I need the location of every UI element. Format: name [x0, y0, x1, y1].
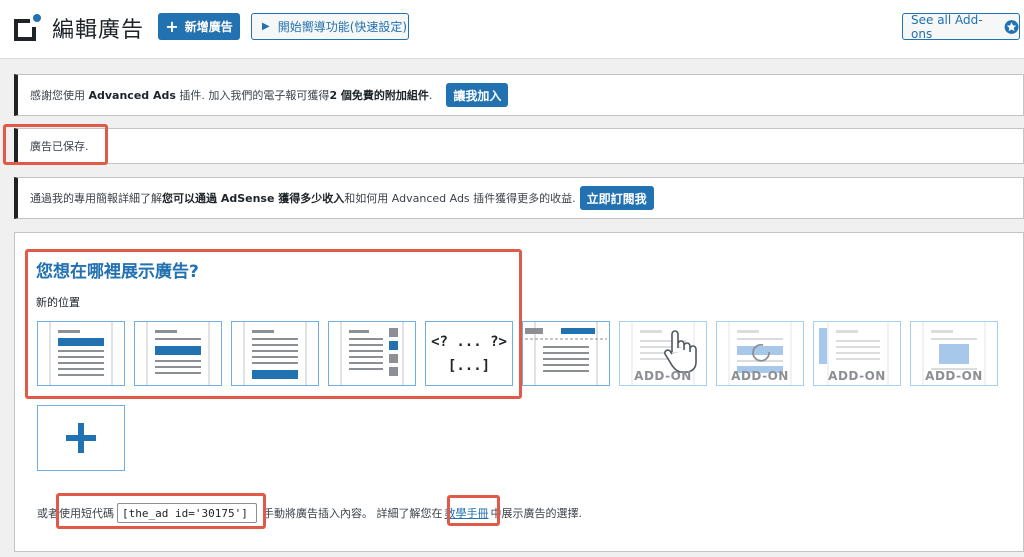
content-after-layout-icon: [243, 322, 307, 385]
shortcode-text-before: 或者使用短代碼: [37, 507, 114, 520]
placement-tile-content-before[interactable]: [134, 321, 222, 386]
new-ad-label: 新增廣告: [184, 20, 233, 34]
shortcode-input[interactable]: [117, 503, 257, 523]
page-title: 編輯廣告: [52, 18, 145, 43]
newsletter-notice: 感謝您使用 Advanced Ads 插件. 加入我們的電子報可獲得2 個免費的…: [14, 74, 1024, 116]
add-placement-button[interactable]: [37, 405, 125, 471]
wizard-label: 開始嚮導功能(快速設定): [277, 20, 408, 34]
play-icon: ▶: [262, 21, 270, 32]
placement-tile-addon-layer[interactable]: ADD-ON: [910, 321, 998, 386]
sidebar-layout-icon: [340, 322, 404, 385]
plus-icon: [66, 423, 96, 453]
adsense-text: 通過我的專用簡報詳細了解您可以通過 AdSense 獲得多少收入和如何用 Adv…: [30, 192, 576, 205]
shortcode-text-mid: 手動將廣告插入內容。 詳細了解您在: [263, 507, 443, 520]
addon-label: ADD-ON: [634, 369, 692, 383]
plus-icon: +: [165, 16, 179, 36]
subscribe-label: 立即訂閱我: [586, 191, 647, 206]
addons-label: See all Add-ons: [911, 12, 983, 41]
join-newsletter-button[interactable]: 讓我加入: [446, 83, 509, 107]
placement-tile-header-bar[interactable]: [522, 321, 610, 386]
wizard-button[interactable]: ▶ 開始嚮導功能(快速設定): [251, 13, 409, 40]
ad-saved-notice: 廣告已保存.: [14, 128, 1024, 164]
subscribe-button[interactable]: 立即訂閱我: [579, 186, 654, 210]
join-newsletter-label: 讓我加入: [453, 88, 502, 103]
header-layout-icon: [49, 322, 113, 385]
placement-heading: 您想在哪裡展示廣告?: [36, 262, 199, 282]
content-before-layout-icon: [146, 322, 210, 385]
header-bar-layout-icon: [525, 322, 607, 385]
ad-saved-text: 廣告已保存.: [30, 140, 89, 153]
placement-tile-header[interactable]: [37, 321, 125, 386]
placement-tile-manual-code[interactable]: <? ... ?> [...]: [425, 321, 513, 386]
adsense-notice: 通過我的專用簡報詳細了解您可以通過 AdSense 獲得多少收入和如何用 Adv…: [14, 177, 1024, 219]
new-ad-button[interactable]: + 新增廣告: [158, 13, 240, 40]
newsletter-text: 感謝您使用 Advanced Ads 插件. 加入我們的電子報可獲得2 個免費的…: [30, 89, 433, 102]
addon-label: ADD-ON: [731, 369, 789, 383]
placement-tile-sidebar[interactable]: [328, 321, 416, 386]
placement-tile-content-after[interactable]: [231, 321, 319, 386]
placement-tile-addon-click[interactable]: ADD-ON: [619, 321, 707, 386]
star-icon: [1004, 19, 1019, 34]
code-tile-line2: [...]: [447, 357, 491, 374]
shortcode-text-after: 中展示廣告的選擇.: [490, 507, 583, 520]
shortcode-line: 或者使用短代碼 手動將廣告插入內容。 詳細了解您在 教學手冊 中展示廣告的選擇.: [37, 503, 582, 523]
advanced-ads-logo: [14, 14, 41, 41]
code-tile-line1: <? ... ?>: [431, 333, 507, 350]
manual-link[interactable]: 教學手冊: [445, 505, 489, 521]
placement-subheading: 新的位置: [36, 296, 80, 309]
placement-tile-addon-rotation[interactable]: ADD-ON: [716, 321, 804, 386]
see-all-addons-button[interactable]: See all Add-ons: [902, 12, 1020, 41]
placement-tile-addon-sticky[interactable]: ADD-ON: [813, 321, 901, 386]
addon-label: ADD-ON: [925, 369, 983, 383]
addon-label: ADD-ON: [828, 369, 886, 383]
top-bar: 編輯廣告 + 新增廣告 ▶ 開始嚮導功能(快速設定) See all Add-o…: [0, 0, 1024, 59]
